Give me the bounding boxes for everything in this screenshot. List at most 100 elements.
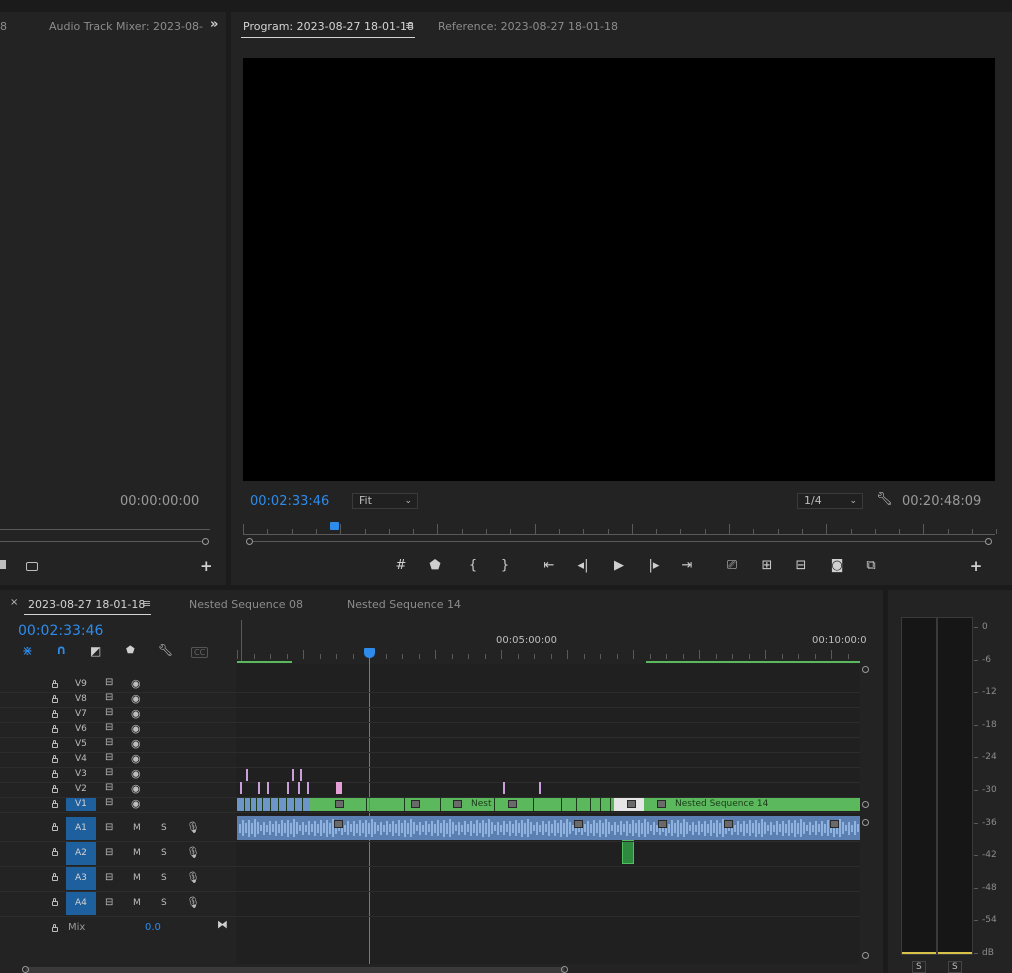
timeline-vscroll-top-handle[interactable] [862, 666, 869, 673]
mark-in-icon[interactable]: { [463, 557, 483, 575]
eye-icon[interactable]: ◉ [131, 767, 141, 780]
add-button-icon[interactable]: + [200, 557, 213, 575]
track-lock-icon[interactable] [52, 785, 58, 793]
resolution-select[interactable]: 1/4 ⌄ [797, 493, 863, 509]
track-output-icon[interactable]: ⊟ [105, 797, 113, 808]
wrench-icon[interactable]: 🔧︎ [876, 492, 893, 507]
play-icon[interactable]: ▶ [609, 557, 629, 575]
eye-icon[interactable]: ◉ [131, 677, 141, 690]
thin-clip[interactable] [240, 782, 242, 794]
timeline-settings-wrench-icon[interactable]: 🔧︎ [158, 643, 173, 657]
export-frame-camera-icon[interactable]: ◙ [827, 557, 847, 575]
linked-selection-icon[interactable]: ◩ [90, 644, 101, 658]
track-output-icon[interactable]: ⊟ [105, 707, 113, 718]
marker-icon[interactable]: ⬟ [425, 557, 445, 575]
work-area-bar-right[interactable] [646, 661, 860, 663]
program-scrollbar[interactable] [253, 541, 985, 542]
solo-button[interactable]: S [161, 823, 167, 833]
insert-overwrite-icon[interactable]: ⋇ [22, 644, 33, 659]
timeline-vscroll-v1-handle[interactable] [862, 801, 869, 808]
tab-timeline-sequence[interactable]: 2023-08-27 18-01-18 [28, 598, 145, 611]
track-output-icon[interactable]: ⊟ [105, 767, 113, 778]
timeline-hscroll-right-handle[interactable] [561, 966, 568, 973]
thin-clip[interactable] [300, 769, 302, 781]
track-lock-icon[interactable] [52, 873, 58, 881]
track-output-icon[interactable]: ⊟ [105, 872, 113, 883]
program-current-timecode[interactable]: 00:02:33:46 [250, 494, 329, 509]
track-lock-icon[interactable] [52, 823, 58, 831]
track-lock-icon[interactable] [52, 695, 58, 703]
mark-out-icon[interactable]: } [495, 557, 515, 575]
meter-solo-right-button[interactable]: S [948, 961, 962, 973]
track-lock-icon[interactable] [52, 680, 58, 688]
zoom-select[interactable]: Fit ⌄ [352, 493, 418, 509]
source-ruler[interactable] [0, 529, 210, 530]
thin-clip[interactable] [503, 782, 505, 794]
extract-icon[interactable]: ⊟ [791, 557, 811, 575]
mix-value[interactable]: 0.0 [145, 922, 161, 933]
timeline-hscrollbar[interactable] [25, 967, 565, 973]
tab-menu-icon[interactable]: ≡ [405, 19, 414, 32]
step-forward-icon[interactable]: |▸ [644, 557, 664, 575]
insert-icon[interactable]: ⎚ [722, 557, 742, 575]
track-output-icon[interactable]: ⊟ [105, 782, 113, 793]
camera-icon[interactable] [26, 562, 38, 571]
thin-clip[interactable] [539, 782, 541, 794]
track-output-icon[interactable]: ⊟ [105, 822, 113, 833]
microphone-icon[interactable]: 🎙︎ [186, 896, 200, 909]
timeline-vscroll-a1-handle[interactable] [862, 819, 869, 826]
mix-lock-icon[interactable] [52, 924, 58, 932]
close-tab-icon[interactable]: × [10, 597, 18, 608]
go-to-in-icon[interactable]: ⇤ [539, 557, 559, 575]
solo-button[interactable]: S [161, 873, 167, 883]
program-ruler[interactable] [243, 534, 995, 535]
track-output-icon[interactable]: ⊟ [105, 752, 113, 763]
add-button-icon[interactable]: + [966, 557, 986, 575]
step-back-icon[interactable]: ◂| [573, 557, 593, 575]
track-lock-icon[interactable] [52, 898, 58, 906]
program-video-frame[interactable] [243, 58, 995, 481]
meter-solo-left-button[interactable]: S [912, 961, 926, 973]
captions-cc-icon[interactable]: CC [191, 647, 209, 658]
track-output-icon[interactable]: ⊟ [105, 897, 113, 908]
timeline-playhead-handle[interactable] [364, 648, 375, 658]
timeline-vscroll-bottom-handle[interactable] [862, 952, 869, 959]
eye-icon[interactable]: ◉ [131, 752, 141, 765]
track-output-icon[interactable]: ⊟ [105, 847, 113, 858]
program-scroll-left-handle[interactable] [246, 538, 253, 545]
solo-button[interactable]: S [161, 898, 167, 908]
work-area-bar-left[interactable] [237, 661, 292, 663]
tab-program[interactable]: Program: 2023-08-27 18-01-18 [243, 20, 414, 33]
track-lock-icon[interactable] [52, 848, 58, 856]
track-output-icon[interactable]: ⊟ [105, 722, 113, 733]
track-lock-icon[interactable] [52, 755, 58, 763]
comparison-view-icon[interactable]: ⧉ [861, 557, 881, 575]
mute-button[interactable]: M [133, 873, 141, 883]
snap-magnet-icon[interactable]: ∩ [56, 643, 67, 658]
lift-icon[interactable]: ⊞ [757, 557, 777, 575]
tab-source-partial[interactable]: 8 [0, 20, 7, 33]
pink-clip[interactable] [336, 782, 342, 794]
double-chevron-right-icon[interactable]: » [210, 17, 218, 32]
source-scroll-handle[interactable] [202, 538, 209, 545]
microphone-icon[interactable]: 🎙︎ [186, 821, 200, 834]
timeline-timecode[interactable]: 00:02:33:46 [18, 623, 103, 639]
tab-menu-icon[interactable]: ≡ [142, 597, 151, 610]
solo-button[interactable]: S [161, 848, 167, 858]
tab-reference[interactable]: Reference: 2023-08-27 18-01-18 [438, 20, 618, 33]
thin-clip[interactable] [258, 782, 260, 794]
eye-icon[interactable]: ◉ [131, 722, 141, 735]
track-lock-icon[interactable] [52, 725, 58, 733]
microphone-icon[interactable]: 🎙︎ [186, 846, 200, 859]
eye-icon[interactable]: ◉ [131, 797, 141, 810]
track-lock-icon[interactable] [52, 740, 58, 748]
source-scrollbar[interactable] [0, 541, 202, 542]
timeline-hscroll-left-handle[interactable] [22, 966, 29, 973]
thin-clip[interactable] [287, 782, 289, 794]
eye-icon[interactable]: ◉ [131, 782, 141, 795]
track-output-icon[interactable]: ⊟ [105, 737, 113, 748]
eye-icon[interactable]: ◉ [131, 737, 141, 750]
thin-clip[interactable] [298, 782, 300, 794]
tab-audio-track-mixer[interactable]: Audio Track Mixer: 2023-08- [49, 20, 203, 33]
mix-bowtie-icon[interactable]: ⧓ [217, 918, 228, 931]
